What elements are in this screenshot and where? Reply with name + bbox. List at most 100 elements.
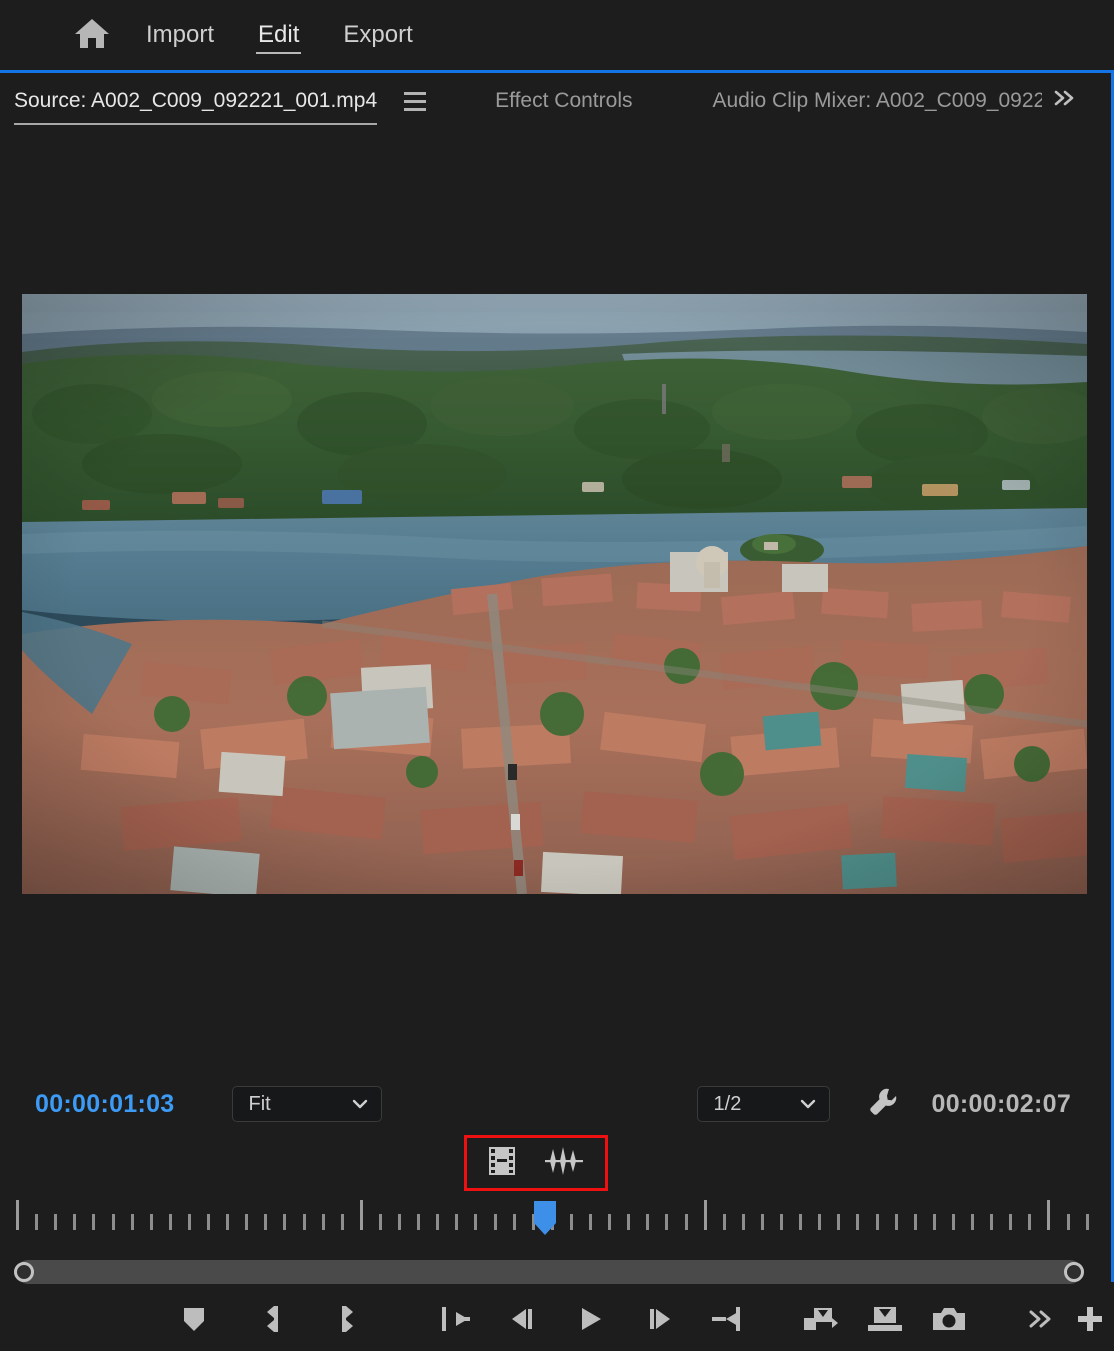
more-tools-button[interactable] xyxy=(1023,1298,1060,1344)
tab-effect-controls-label: Effect Controls xyxy=(495,89,633,112)
ruler-tick xyxy=(1085,1214,1089,1230)
ruler-tick xyxy=(168,1214,172,1230)
ruler-tick xyxy=(226,1214,230,1230)
camera-icon xyxy=(931,1305,967,1338)
ruler-tick xyxy=(818,1214,822,1230)
ruler-tick xyxy=(111,1214,115,1230)
home-icon xyxy=(73,16,111,55)
settings-button[interactable] xyxy=(866,1085,900,1124)
ruler-tick xyxy=(417,1214,421,1230)
ruler-tick xyxy=(130,1214,134,1230)
ruler-tick xyxy=(780,1214,783,1230)
zoom-handle-right[interactable] xyxy=(1064,1262,1084,1282)
ruler-tick xyxy=(264,1214,268,1230)
go-to-in-button[interactable] xyxy=(438,1298,475,1344)
drag-source-annotation-box xyxy=(464,1135,608,1191)
nav-tab-export-label: Export xyxy=(343,21,413,48)
ruler-tick xyxy=(92,1214,96,1230)
ruler-tick xyxy=(302,1214,306,1230)
hamburger-menu-icon[interactable] xyxy=(393,86,437,116)
nav-tab-edit[interactable]: Edit xyxy=(236,12,321,58)
ruler-tick xyxy=(665,1214,669,1230)
playback-resolution-value: 1/2 xyxy=(713,1092,742,1115)
button-editor-button[interactable] xyxy=(1071,1298,1108,1344)
ruler-tick xyxy=(283,1214,287,1230)
insert-button[interactable] xyxy=(802,1298,840,1344)
ruler-tick xyxy=(569,1214,573,1230)
ruler-tick xyxy=(207,1214,210,1230)
overwrite-icon xyxy=(866,1304,904,1339)
ruler-tick xyxy=(474,1214,478,1230)
ruler-tick xyxy=(837,1214,841,1230)
ruler-tick xyxy=(875,1214,879,1230)
ruler-tick xyxy=(321,1214,325,1230)
ruler-tick xyxy=(493,1214,497,1230)
top-navigation-bar: Import Edit Export xyxy=(0,0,1114,70)
ruler-tick xyxy=(932,1214,936,1230)
tab-audio-clip-mixer-label: Audio Clip Mixer: A002_C009_09222 xyxy=(712,89,1043,112)
ruler-tick xyxy=(760,1214,764,1230)
ruler-tick xyxy=(378,1214,382,1230)
mark-out-icon xyxy=(333,1304,357,1339)
overwrite-button[interactable] xyxy=(866,1298,904,1344)
film-strip-icon xyxy=(487,1145,517,1182)
ruler-tick xyxy=(245,1214,249,1230)
zoom-handle-left[interactable] xyxy=(14,1262,34,1282)
ruler-tick xyxy=(54,1214,58,1230)
playhead-marker[interactable] xyxy=(531,1201,559,1237)
step-forward-icon xyxy=(644,1306,676,1337)
ruler-tick xyxy=(894,1214,898,1230)
source-monitor-panel: Source: A002_C009_092221_001.mp4 Effect … xyxy=(0,70,1114,1332)
ruler-tick xyxy=(35,1214,39,1230)
drag-video-only-button[interactable] xyxy=(487,1145,517,1182)
home-button[interactable] xyxy=(60,13,124,57)
mark-in-icon xyxy=(263,1304,287,1339)
playback-resolution-dropdown[interactable]: 1/2 xyxy=(696,1086,830,1122)
chevron-double-right-icon xyxy=(1026,1308,1056,1335)
zoom-level-value: Fit xyxy=(248,1092,271,1115)
nav-tab-export[interactable]: Export xyxy=(321,12,434,58)
ruler-tick xyxy=(799,1214,803,1230)
chevron-down-icon xyxy=(799,1095,817,1113)
ruler-tick xyxy=(455,1214,459,1230)
step-back-icon xyxy=(506,1306,538,1337)
nav-tab-import[interactable]: Import xyxy=(124,12,236,58)
chevron-double-right-icon[interactable] xyxy=(1052,88,1078,114)
ruler-tick xyxy=(703,1200,707,1230)
mark-out-button[interactable] xyxy=(327,1298,364,1344)
ruler-tick xyxy=(856,1214,860,1230)
nav-tab-edit-label: Edit xyxy=(258,21,300,48)
ruler-tick xyxy=(741,1214,745,1230)
timeline-zoom-scrollbar[interactable] xyxy=(14,1260,1084,1284)
tab-audio-clip-mixer[interactable]: Audio Clip Mixer: A002_C009_09222 xyxy=(712,79,1042,123)
video-preview-frame[interactable] xyxy=(21,294,1087,894)
ruler-tick xyxy=(589,1214,592,1230)
ruler-tick xyxy=(913,1214,917,1230)
drag-audio-only-button[interactable] xyxy=(543,1146,585,1181)
ruler-tick xyxy=(359,1200,363,1230)
add-marker-button[interactable] xyxy=(176,1298,213,1344)
zoom-level-dropdown[interactable]: Fit xyxy=(231,1086,382,1122)
step-forward-button[interactable] xyxy=(641,1298,678,1344)
marker-icon xyxy=(181,1305,207,1338)
tab-effect-controls[interactable]: Effect Controls xyxy=(495,79,632,123)
playhead-timecode[interactable]: 00:00:01:03 xyxy=(35,1090,175,1119)
step-back-button[interactable] xyxy=(504,1298,541,1344)
go-to-out-button[interactable] xyxy=(708,1298,745,1344)
play-stop-button[interactable] xyxy=(573,1298,610,1344)
plus-icon xyxy=(1075,1304,1105,1339)
mark-in-button[interactable] xyxy=(257,1298,294,1344)
export-frame-button[interactable] xyxy=(930,1298,967,1344)
ruler-tick xyxy=(512,1214,516,1230)
duration-timecode[interactable]: 00:00:02:07 xyxy=(932,1090,1072,1119)
tab-source-label: Source: A002_C009_092221_001.mp4 xyxy=(14,89,378,112)
wrench-icon xyxy=(866,1085,900,1124)
tab-source[interactable]: Source: A002_C009_092221_001.mp4 xyxy=(14,79,378,125)
play-icon xyxy=(577,1305,605,1338)
nav-tab-import-label: Import xyxy=(146,21,215,48)
ruler-tick xyxy=(951,1214,955,1230)
ruler-tick xyxy=(722,1214,726,1230)
ruler-tick xyxy=(16,1200,19,1230)
ruler-tick xyxy=(627,1214,631,1230)
go-to-in-icon xyxy=(438,1305,474,1338)
